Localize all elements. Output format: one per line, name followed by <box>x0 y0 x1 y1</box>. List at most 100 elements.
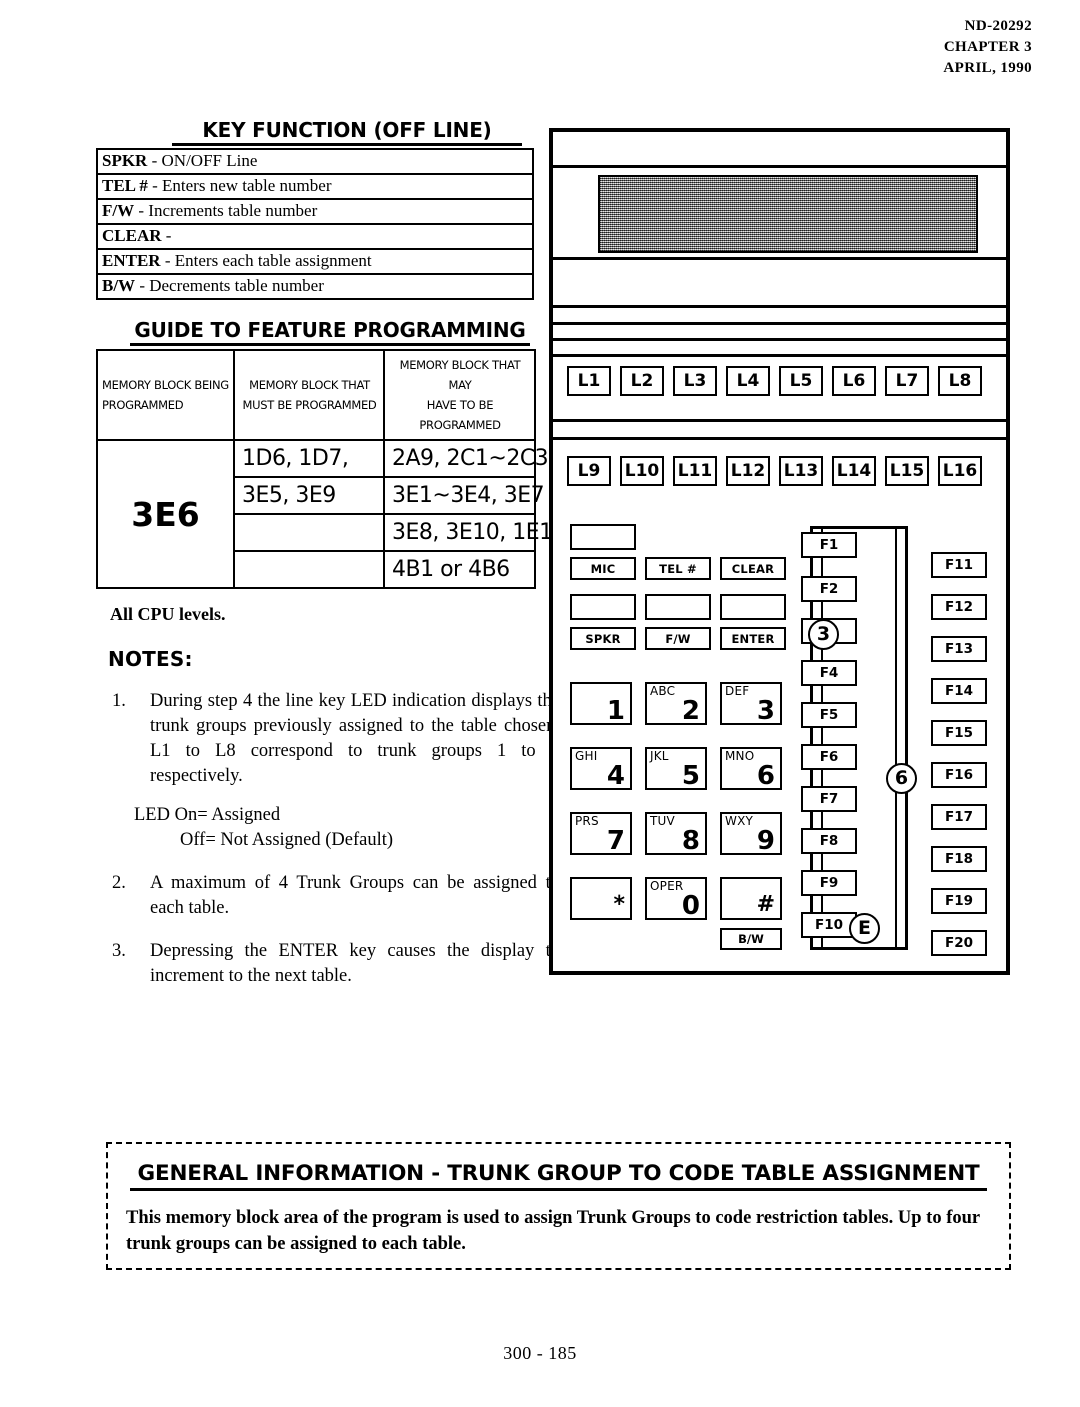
line-key-l3[interactable]: L3 <box>673 366 717 396</box>
line-key-l12[interactable]: L12 <box>726 456 770 486</box>
dial-key-2-digit: 2 <box>681 696 700 726</box>
mic-led-indicator <box>570 524 636 550</box>
function-key-f5[interactable]: F5 <box>801 702 857 728</box>
dial-key-star[interactable]: * <box>570 877 632 920</box>
guide-col2-header-line1: MEMORY BLOCK THAT <box>249 378 370 392</box>
key-description: ON/OFF Line <box>161 151 258 170</box>
phone-top-strip <box>553 132 1006 168</box>
function-key-f2[interactable]: F2 <box>801 576 857 602</box>
dial-key-2[interactable]: ABC 2 <box>645 682 707 726</box>
key-separator: - <box>164 251 171 270</box>
fw-led-indicator <box>645 594 711 620</box>
function-key-f14[interactable]: F14 <box>931 678 987 704</box>
note-text: During step 4 the line key LED indicatio… <box>150 691 560 786</box>
led-on-text: LED On= Assigned <box>134 805 281 825</box>
function-key-f8[interactable]: F8 <box>801 828 857 854</box>
line-key-l1[interactable]: L1 <box>567 366 611 396</box>
dial-key-4-letters: GHI <box>575 749 598 763</box>
key-label: ENTER <box>102 251 161 270</box>
bw-button[interactable]: B/W <box>720 928 782 950</box>
key-function-title: KEY FUNCTION (OFF LINE) <box>172 118 522 146</box>
key-description: Decrements table number <box>149 276 324 295</box>
line-key-l7[interactable]: L7 <box>885 366 929 396</box>
fw-button[interactable]: F/W <box>645 627 711 650</box>
dial-key-7-letters: PRS <box>575 814 599 828</box>
function-key-f17[interactable]: F17 <box>931 804 987 830</box>
function-key-f20[interactable]: F20 <box>931 930 987 956</box>
line-key-l4[interactable]: L4 <box>726 366 770 396</box>
dial-key-star-digit: * <box>613 892 625 917</box>
mic-button[interactable]: MIC <box>570 557 636 580</box>
key-separator: - <box>139 276 145 295</box>
guide-table: MEMORY BLOCK BEING PROGRAMMED MEMORY BLO… <box>96 349 567 589</box>
function-key-f9[interactable]: F9 <box>801 870 857 896</box>
function-key-f6[interactable]: F6 <box>801 744 857 770</box>
spkr-button[interactable]: SPKR <box>570 627 636 650</box>
guide-col3-header: MEMORY BLOCK THAT MAY HAVE TO BE PROGRAM… <box>383 349 536 441</box>
must-be-programmed-cell <box>233 513 385 552</box>
dial-key-9[interactable]: WXY 9 <box>720 812 782 856</box>
dial-key-3-letters: DEF <box>725 684 750 698</box>
function-key-f15[interactable]: F15 <box>931 720 987 746</box>
dial-key-0[interactable]: OPER 0 <box>645 877 707 921</box>
dial-key-pound[interactable]: # <box>720 877 782 920</box>
may-be-programmed-cell: 3E8, 3E10, 1E10 <box>383 513 567 552</box>
dial-key-6[interactable]: MNO 6 <box>720 747 782 791</box>
dial-key-4[interactable]: GHI 4 <box>570 747 632 791</box>
table-header-row: MEMORY BLOCK BEING PROGRAMMED MEMORY BLO… <box>96 349 536 441</box>
line-key-l11[interactable]: L11 <box>673 456 717 486</box>
dial-key-5[interactable]: JKL 5 <box>645 747 707 791</box>
key-description: Enters new table number <box>162 176 332 195</box>
phone-strip-3 <box>553 260 1006 308</box>
line-key-l5[interactable]: L5 <box>779 366 823 396</box>
dial-key-1[interactable]: 1 <box>570 682 632 726</box>
note-item: 3. Depressing the ENTER key causes the d… <box>112 939 560 989</box>
line-key-l16[interactable]: L16 <box>938 456 982 486</box>
dial-key-8-digit: 8 <box>681 826 700 856</box>
function-key-f18[interactable]: F18 <box>931 846 987 872</box>
dial-key-6-letters: MNO <box>725 749 755 763</box>
line-key-l13[interactable]: L13 <box>779 456 823 486</box>
dial-key-8[interactable]: TUV 8 <box>645 812 707 856</box>
table-row: CLEAR - <box>96 223 534 250</box>
function-key-f11[interactable]: F11 <box>931 552 987 578</box>
dial-key-9-letters: WXY <box>725 814 754 828</box>
function-key-f1[interactable]: F1 <box>801 532 857 558</box>
function-key-f12[interactable]: F12 <box>931 594 987 620</box>
callout-step-e: E <box>849 913 880 944</box>
line-key-l8[interactable]: L8 <box>938 366 982 396</box>
dial-key-7[interactable]: PRS 7 <box>570 812 632 856</box>
line-key-l15[interactable]: L15 <box>885 456 929 486</box>
enter-button[interactable]: ENTER <box>720 627 786 650</box>
line-key-l2[interactable]: L2 <box>620 366 664 396</box>
dial-key-5-digit: 5 <box>681 761 700 791</box>
function-key-f13[interactable]: F13 <box>931 636 987 662</box>
function-key-f19[interactable]: F19 <box>931 888 987 914</box>
function-key-f4[interactable]: F4 <box>801 660 857 686</box>
revision-date: APRIL, 1990 <box>943 60 1032 76</box>
table-row: TEL # - Enters new table number <box>96 173 534 200</box>
memory-block-being-programmed: 3E6 <box>96 439 235 589</box>
dial-key-3[interactable]: DEF 3 <box>720 682 782 726</box>
function-key-f16[interactable]: F16 <box>931 762 987 788</box>
table-row: F/W - Increments table number <box>96 198 534 225</box>
table-row: 3E6 1D6, 1D7, 2A9, 2C1~2C3 <box>96 439 549 589</box>
line-key-l6[interactable]: L6 <box>832 366 876 396</box>
must-be-programmed-cell: 3E5, 3E9 <box>233 476 385 515</box>
document-id: ND-20292 <box>964 18 1032 34</box>
note-number: 3. <box>112 941 126 961</box>
tel-number-button[interactable]: TEL # <box>645 557 711 580</box>
phone-strip-4 <box>553 308 1006 325</box>
line-key-l10[interactable]: L10 <box>620 456 664 486</box>
may-be-programmed-cell: 2A9, 2C1~2C3 <box>383 439 549 478</box>
line-key-l14[interactable]: L14 <box>832 456 876 486</box>
telephone-diagram: L1 L2 L3 L4 L5 L6 L7 L8 L9 L10 L11 L12 L… <box>549 128 1010 975</box>
dial-key-8-letters: TUV <box>650 814 675 828</box>
function-key-f7[interactable]: F7 <box>801 786 857 812</box>
key-function-table: SPKR - ON/OFF Line TEL # - Enters new ta… <box>96 148 534 300</box>
guide-col3-header-line1: MEMORY BLOCK THAT MAY <box>399 358 521 392</box>
key-label: F/W <box>102 201 135 220</box>
clear-button[interactable]: CLEAR <box>720 557 786 580</box>
line-key-l9[interactable]: L9 <box>567 456 611 486</box>
phone-strip-8 <box>553 422 1006 440</box>
